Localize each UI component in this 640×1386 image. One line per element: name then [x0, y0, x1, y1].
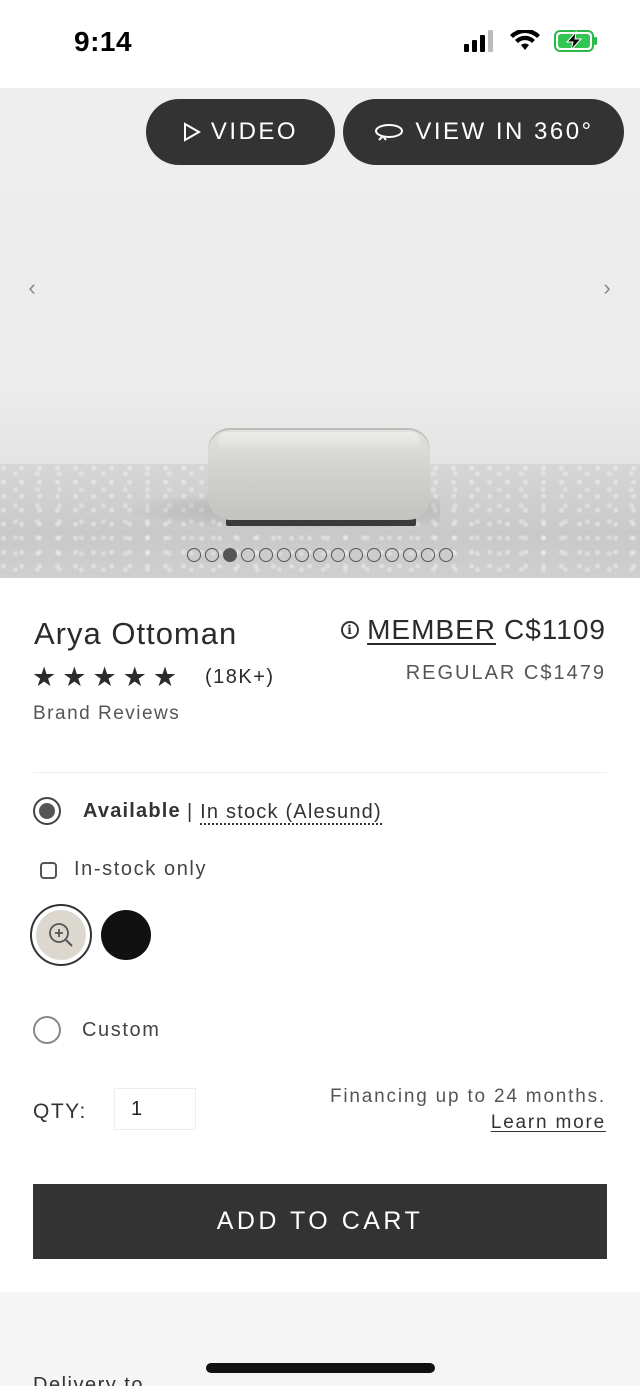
view-360-label: VIEW IN 360°: [415, 118, 594, 145]
zoom-in-icon: [49, 923, 73, 947]
carousel-dot[interactable]: [241, 548, 255, 562]
review-count[interactable]: (18K+): [205, 666, 275, 689]
signal-icon: [464, 30, 493, 52]
brand-reviews-link[interactable]: Brand Reviews: [33, 703, 180, 725]
info-icon[interactable]: i: [341, 621, 360, 639]
carousel-dot[interactable]: [187, 548, 201, 562]
carousel-dot[interactable]: [295, 548, 309, 562]
carousel-dots: [187, 548, 453, 562]
product-title: Arya Ottoman: [34, 616, 238, 651]
member-link[interactable]: MEMBER: [367, 614, 496, 646]
carousel-dot[interactable]: [349, 548, 363, 562]
video-button[interactable]: VIDEO: [146, 99, 335, 165]
delivery-label: Delivery to: [33, 1374, 144, 1386]
available-label: Available: [83, 800, 181, 822]
custom-label: Custom: [82, 1019, 161, 1041]
member-price-row: i MEMBER C$1109: [341, 614, 606, 646]
carousel-dot[interactable]: [277, 548, 291, 562]
carousel-dot[interactable]: [421, 548, 435, 562]
star-icon: ★: [62, 662, 87, 692]
carousel-dot[interactable]: [385, 548, 399, 562]
member-price: C$1109: [503, 614, 606, 645]
qty-label: QTY:: [33, 1100, 87, 1123]
home-indicator[interactable]: [206, 1363, 435, 1373]
battery-charging-icon: [554, 30, 597, 52]
product-image-carousel[interactable]: VIDEO VIEW IN 360° ‹ ›: [0, 88, 640, 578]
product-image: [208, 428, 430, 520]
status-time: 9:14: [74, 26, 133, 57]
view-360-button[interactable]: VIEW IN 360°: [343, 99, 624, 165]
carousel-dot[interactable]: [439, 548, 453, 562]
carousel-dot[interactable]: [223, 548, 237, 562]
play-icon: [183, 122, 201, 142]
video-button-label: VIDEO: [210, 118, 299, 145]
carousel-dot[interactable]: [331, 548, 345, 562]
add-to-cart-button[interactable]: ADD TO CART: [33, 1184, 607, 1259]
financing-text: Financing up to 24 months.: [330, 1086, 606, 1107]
star-icon: ★: [92, 662, 117, 692]
regular-price: REGULAR C$1479: [405, 662, 606, 684]
status-icons: [464, 30, 598, 52]
carousel-prev-icon[interactable]: ‹: [22, 277, 42, 299]
custom-radio[interactable]: [33, 1016, 61, 1044]
carousel-dot[interactable]: [403, 548, 417, 562]
star-icon: ★: [152, 662, 178, 692]
swatch-black[interactable]: [101, 910, 151, 960]
star-icon: ★: [32, 662, 57, 692]
qty-input[interactable]: [114, 1088, 196, 1130]
carousel-next-icon[interactable]: ›: [597, 277, 617, 299]
carousel-dot[interactable]: [367, 548, 381, 562]
stock-status: | In stock (Alesund): [187, 801, 382, 825]
available-radio[interactable]: [33, 797, 61, 825]
rating-stars[interactable]: ★ ★ ★ ★ ★: [32, 662, 177, 692]
carousel-dot[interactable]: [259, 548, 273, 562]
swatch-light-grey[interactable]: [36, 910, 86, 960]
star-icon: ★: [122, 662, 147, 692]
rotate-360-icon: [375, 124, 404, 141]
learn-more-link[interactable]: Learn more: [491, 1112, 606, 1134]
in-stock-only-label[interactable]: In-stock only: [74, 858, 207, 881]
carousel-dot[interactable]: [205, 548, 219, 562]
stock-separator: |: [187, 801, 194, 823]
stock-location-link[interactable]: In stock (Alesund): [200, 801, 382, 825]
status-bar: 9:14: [0, 0, 640, 88]
divider: [33, 772, 607, 773]
carousel-dot[interactable]: [313, 548, 327, 562]
wifi-icon: [510, 30, 540, 50]
in-stock-only-checkbox[interactable]: [40, 862, 57, 879]
